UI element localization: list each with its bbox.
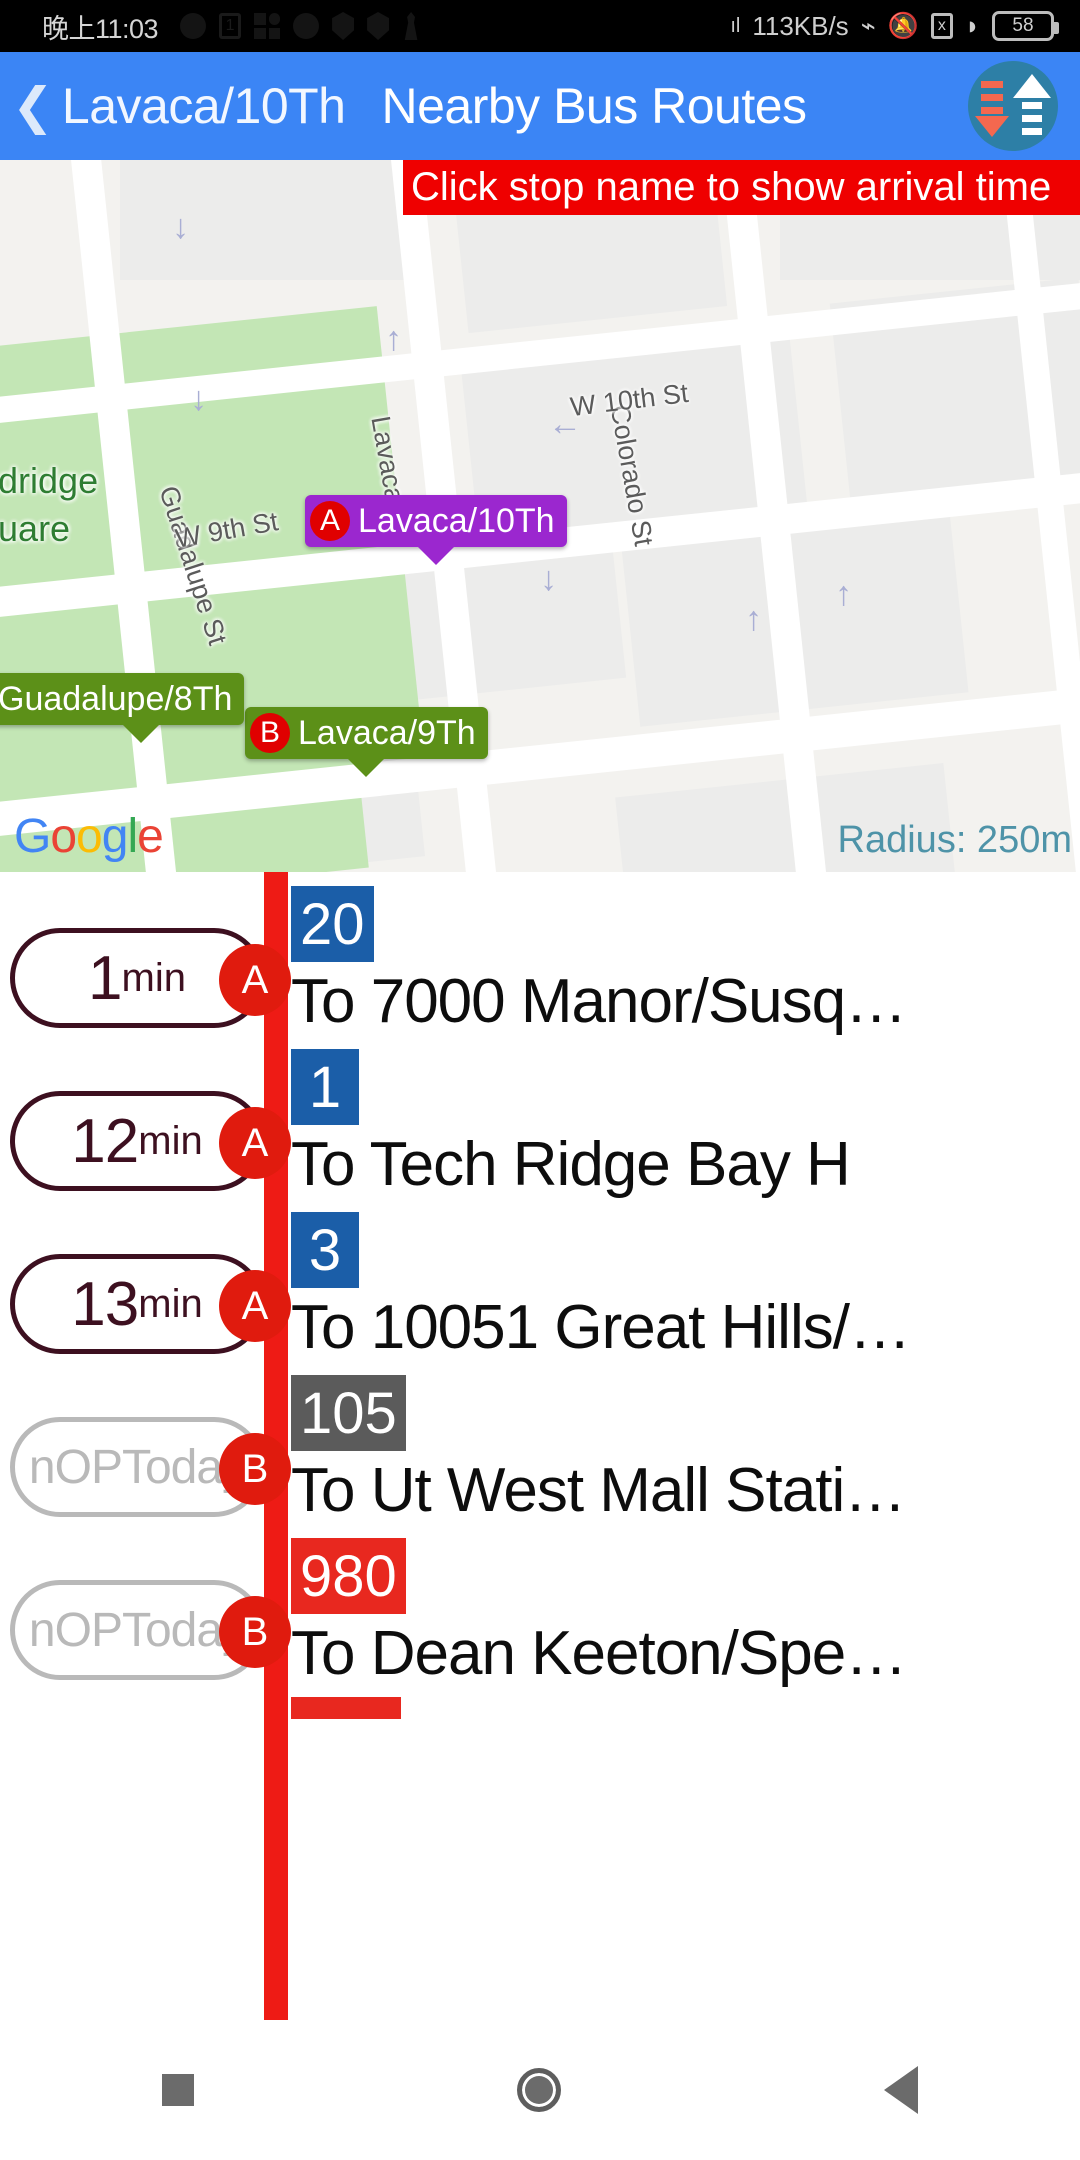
battery-icon: 58 [992,11,1059,41]
park-label-line2: quare [0,508,71,549]
oneway-arrow-icon: ↓ [172,208,189,246]
route-destination[interactable]: To Ut West Mall Stati… [291,1455,906,1526]
route-number-badge[interactable]: 3 [291,1212,359,1288]
pin-letter-badge: B [250,713,290,753]
stop-marker[interactable]: A [219,944,291,1016]
pin-label: Guadalupe/8Th [0,679,233,718]
map-pin-lavaca-10th[interactable]: A Lavaca/10Th [305,495,567,565]
eta-value: 1 [88,943,122,1013]
route-list[interactable]: 1 min A 20 To 7000 Manor/Susq… 12 min A … [0,872,1080,2020]
eta-unit: min [138,1281,203,1326]
pin-label: Lavaca/10Th [358,501,555,540]
map-view[interactable]: oldridge quare Guadalupe St Lavaca St Co… [0,160,1080,872]
circle-icon[interactable] [516,2068,561,2112]
map-pin-lavaca-9th[interactable]: B Lavaca/9Th [245,707,488,777]
stop-marker[interactable]: A [219,1270,291,1342]
pin-tail-icon [121,723,162,743]
route-number-badge[interactable]: 980 [291,1538,406,1614]
oneway-arrow-icon: ↑ [835,575,852,613]
route-destination[interactable]: To 10051 Great Hills/… [291,1292,911,1363]
x-box-icon: x [930,13,953,39]
eta-value: 13 [71,1269,139,1339]
map-pin-guadalupe-8th[interactable]: Guadalupe/8Th [0,673,245,743]
route-destination[interactable]: To Dean Keeton/Spe… [291,1618,907,1689]
person-icon [404,12,418,40]
signal-bars-icon: ıl [730,15,741,37]
google-logo: Google [14,810,164,863]
route-row[interactable]: nOPToday B 980 To Dean Keeton/Spe… [0,1524,1080,1754]
app-bar: ❮ Lavaca/10Th Nearby Bus Routes [0,52,1080,160]
sim-card-icon: 1 [219,13,242,39]
apps-grid-icon [254,13,281,39]
square-icon[interactable] [161,2074,194,2106]
page-title: Nearby Bus Routes [381,78,808,134]
chevron-left-icon[interactable]: ❮ [12,81,54,131]
radius-label: Radius: 250m [837,819,1072,861]
oneway-arrow-icon: ← [548,405,582,443]
upload-arrow-icon [1013,74,1051,138]
stop-marker[interactable]: B [219,1596,291,1668]
status-icon-group: 1 [180,12,420,40]
pin-tail-icon [415,545,456,565]
info-circle-icon [293,13,320,39]
route-number-badge[interactable]: 20 [291,886,374,962]
pin-label: Lavaca/9Th [298,713,476,752]
shield-icon [332,12,355,40]
eta-value: 12 [71,1106,139,1176]
oneway-arrow-icon: ↑ [745,600,762,638]
current-stop-label[interactable]: Lavaca/10Th [62,77,346,135]
upload-download-arrows-icon[interactable] [968,61,1058,151]
eta-value: nOPToday [28,1440,246,1494]
hint-banner: Click stop name to show arrival time [403,160,1080,215]
mute-bell-icon: 🔕 [887,11,919,40]
oneway-arrow-icon: ↑ [385,320,402,358]
eta-unit: min [138,1118,203,1163]
route-destination[interactable]: To Tech Ridge Bay H [291,1129,851,1200]
route-number-badge-partial[interactable] [291,1697,401,1719]
oneway-arrow-icon: ↓ [190,380,207,418]
eta-unit: min [121,955,186,1000]
status-time: 晚上11:03 [42,13,159,44]
dot-icon [180,13,207,39]
pin-tail-icon [346,757,387,777]
status-right-group: ıl 113KB/s ⌁ 🔕 x ◗ 58 [730,10,1059,42]
bluetooth-icon: ⌁ [860,11,876,40]
eta-value: nOPToday [28,1603,246,1657]
pin-letter-badge: A [310,501,350,541]
route-number-badge[interactable]: 105 [291,1375,406,1451]
route-destination[interactable]: To 7000 Manor/Susq… [291,966,907,1037]
network-speed: 113KB/s [752,10,849,41]
stop-marker[interactable]: B [219,1433,291,1505]
oneway-arrow-icon: ↓ [540,560,557,598]
status-bar: 晚上11:03 1 ıl 113KB/s ⌁ 🔕 x ◗ 58 [0,0,1080,52]
stop-marker[interactable]: A [219,1107,291,1179]
shield-icon [367,12,390,40]
triangle-left-icon[interactable] [884,2066,919,2114]
android-nav-bar [0,2020,1080,2160]
download-arrow-icon [975,75,1009,137]
wifi-icon: ◗ [964,11,980,40]
route-number-badge[interactable]: 1 [291,1049,359,1125]
park-label-line1: oldridge [0,460,99,501]
